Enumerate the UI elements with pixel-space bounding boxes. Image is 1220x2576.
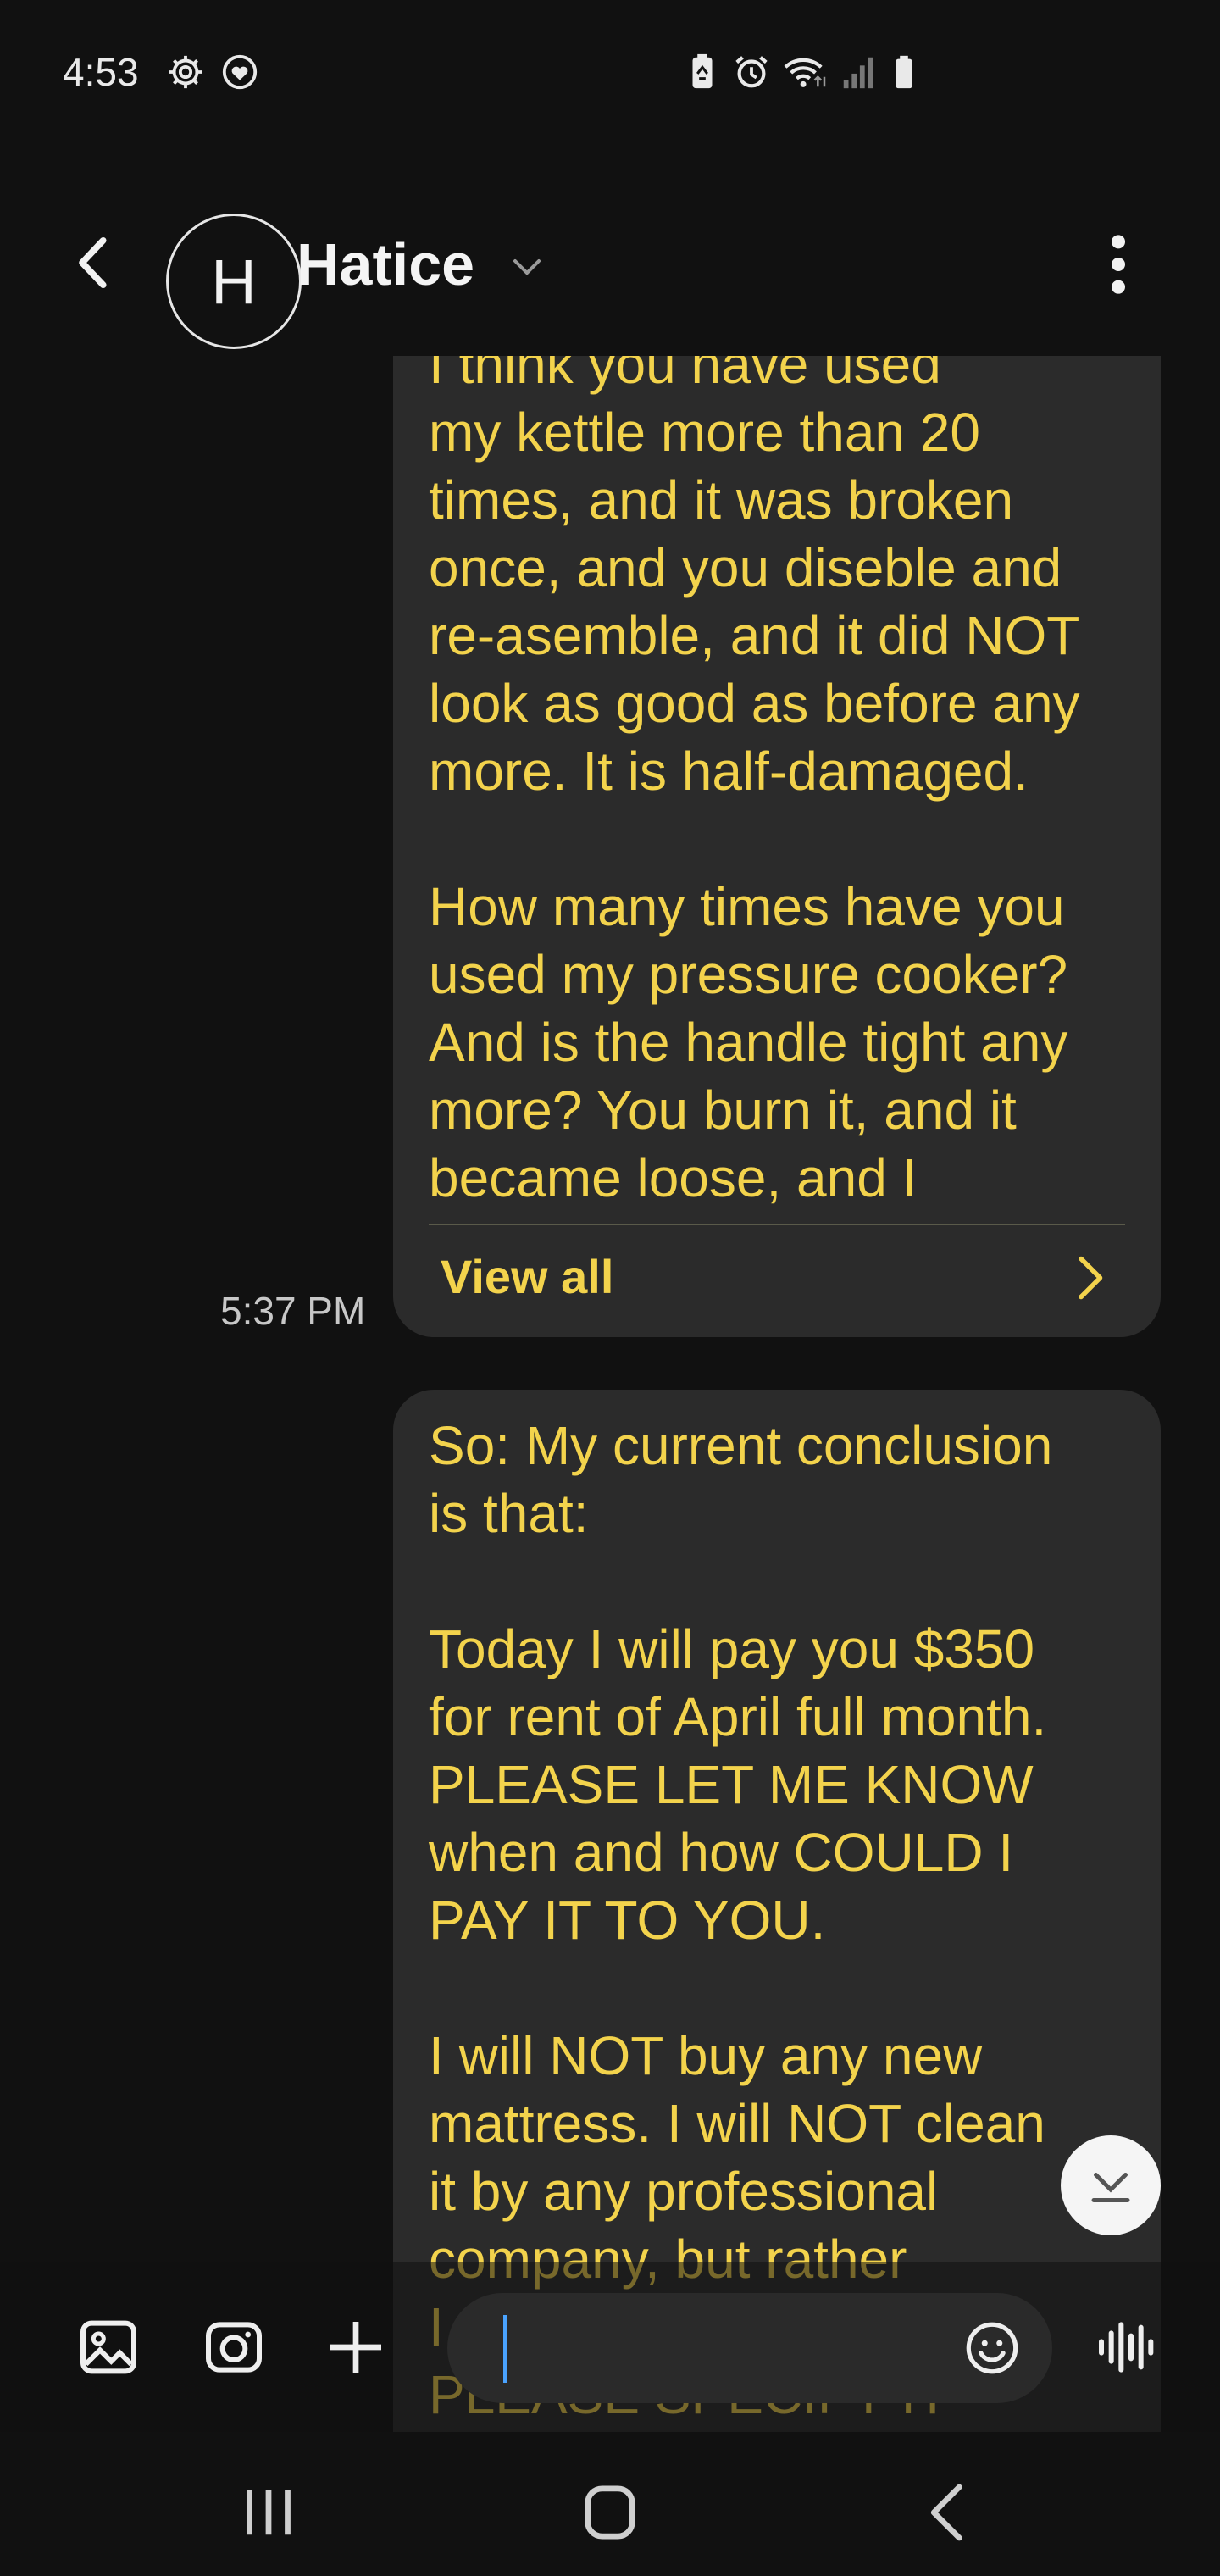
conversation-header: H Hatice (0, 186, 1220, 349)
message-composer (0, 2262, 1220, 2432)
contact-name[interactable]: Hatice (297, 230, 474, 298)
gear-icon (169, 55, 202, 89)
camera-icon[interactable] (200, 2313, 268, 2381)
scroll-down-icon (1091, 2173, 1130, 2202)
bubble-divider (429, 1224, 1125, 1225)
signal-icon (843, 57, 873, 89)
message-bubble[interactable]: I think you have used my kettle more tha… (393, 356, 1161, 1337)
message-timestamp: 5:37 PM (220, 1289, 366, 1333)
back-button[interactable] (66, 233, 125, 292)
alarm-icon (735, 56, 768, 88)
system-nav-bar (0, 2440, 1220, 2576)
scroll-to-bottom-button[interactable] (1061, 2135, 1161, 2235)
heart-shield-icon (222, 54, 258, 90)
message-text: I think you have used my kettle more tha… (429, 356, 1080, 1208)
chevron-right-icon[interactable] (1064, 1252, 1115, 1303)
avatar[interactable]: H (166, 214, 302, 349)
battery-icon (896, 55, 912, 89)
voice-input-icon[interactable] (1093, 2313, 1161, 2381)
wifi-icon (784, 58, 826, 87)
message-input[interactable] (447, 2293, 1052, 2403)
battery-saver-icon (692, 53, 713, 89)
add-icon[interactable] (322, 2313, 390, 2381)
status-bar: 4:53 (0, 0, 1220, 144)
emoji-icon[interactable] (962, 2318, 1022, 2378)
recent-apps-icon[interactable] (230, 2474, 307, 2551)
avatar-letter: H (211, 246, 257, 317)
nav-back-icon[interactable] (912, 2474, 988, 2551)
status-time: 4:53 (63, 50, 139, 94)
view-all-link[interactable]: View all (441, 1249, 613, 1304)
home-icon[interactable] (572, 2474, 648, 2551)
text-caret (503, 2315, 507, 2383)
gallery-icon[interactable] (75, 2313, 142, 2381)
chevron-down-icon[interactable] (507, 246, 547, 286)
more-options-button[interactable] (1101, 230, 1135, 298)
